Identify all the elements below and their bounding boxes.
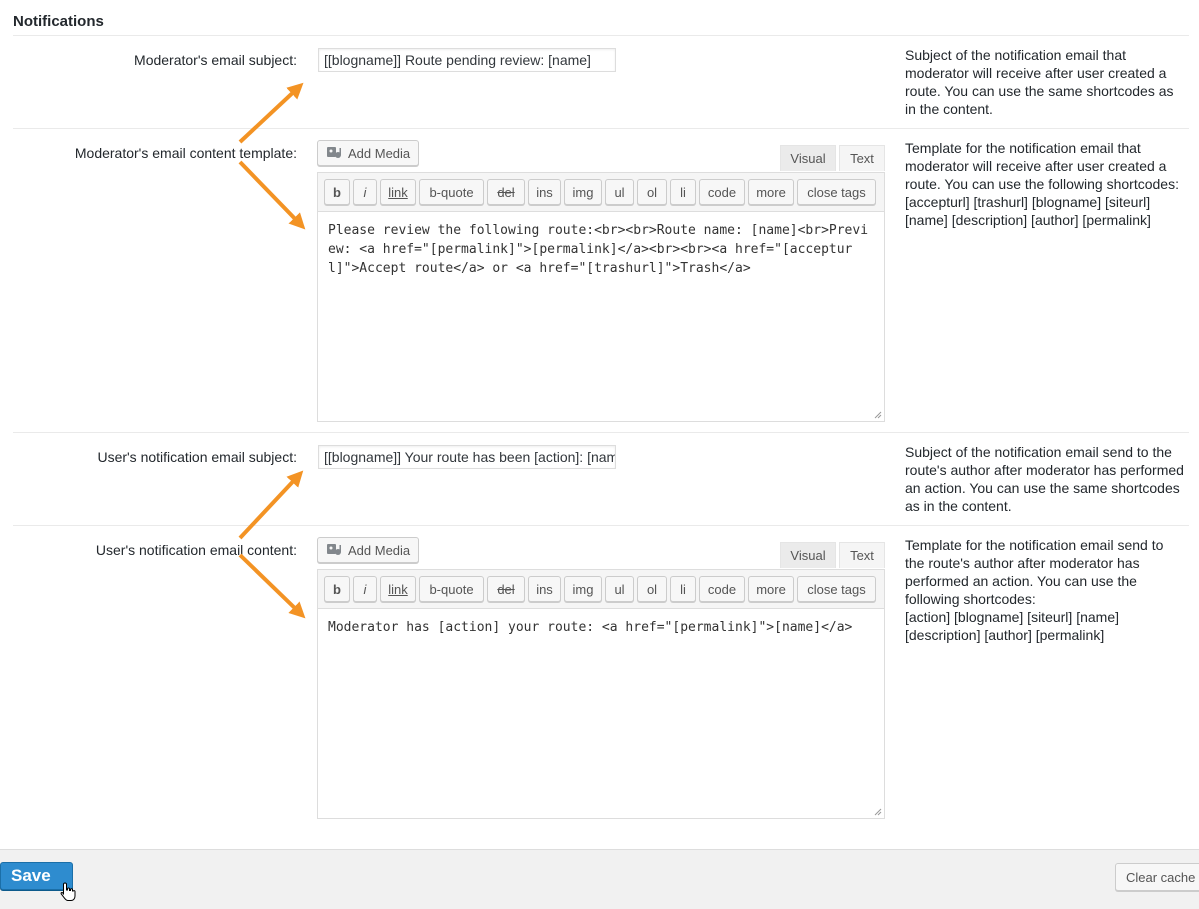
quicktag-blockquote-button[interactable]: b-quote — [419, 179, 484, 205]
quicktag-code-button[interactable]: code — [699, 576, 745, 602]
quicktag-more-button[interactable]: more — [748, 179, 794, 205]
user-subject-description: Subject of the notification email send t… — [905, 444, 1184, 514]
user-content-textarea[interactable]: Moderator has [action] your route: <a hr… — [318, 609, 884, 646]
quicktag-close-tags-button[interactable]: close tags — [797, 576, 876, 602]
moderator-content-description: Template for the notification email that… — [905, 140, 1179, 228]
quicktags-toolbar: b i link b-quote del ins img ul ol li co… — [318, 173, 884, 212]
add-media-button[interactable]: Add Media — [317, 537, 420, 563]
moderator-content-textarea[interactable]: Please review the following route:<br><b… — [318, 212, 884, 287]
quicktag-link-button[interactable]: link — [380, 576, 416, 602]
footer-bar — [0, 849, 1199, 909]
user-content-editor: b i link b-quote del ins img ul ol li co… — [317, 569, 885, 819]
quicktag-italic-button[interactable]: i — [353, 179, 377, 205]
arrow-icon — [238, 160, 306, 230]
quicktag-li-button[interactable]: li — [670, 576, 696, 602]
tab-visual[interactable]: Visual — [780, 145, 836, 171]
hand-cursor-icon — [60, 882, 76, 901]
quicktags-toolbar: b i link b-quote del ins img ul ol li co… — [318, 570, 884, 609]
tab-text[interactable]: Text — [839, 542, 885, 568]
user-subject-input[interactable]: [[blogname]] Your route has been [action… — [318, 445, 616, 469]
moderator-subject-label: Moderator's email subject: — [134, 52, 297, 68]
arrow-icon — [238, 470, 304, 540]
add-media-label: Add Media — [348, 145, 411, 161]
divider — [13, 432, 1189, 433]
tab-text[interactable]: Text — [839, 145, 885, 171]
quicktag-italic-button[interactable]: i — [353, 576, 377, 602]
divider — [13, 35, 1189, 36]
quicktag-ol-button[interactable]: ol — [637, 576, 667, 602]
quicktag-bold-button[interactable]: b — [324, 179, 350, 205]
quicktag-li-button[interactable]: li — [670, 179, 696, 205]
quicktag-ul-button[interactable]: ul — [605, 576, 634, 602]
quicktag-ul-button[interactable]: ul — [605, 179, 634, 205]
resize-grip-icon[interactable] — [874, 808, 882, 816]
quicktag-img-button[interactable]: img — [564, 179, 602, 205]
quicktag-ol-button[interactable]: ol — [637, 179, 667, 205]
moderator-subject-input[interactable]: [[blogname]] Route pending review: [name… — [318, 48, 616, 72]
moderator-content-editor: b i link b-quote del ins img ul ol li co… — [317, 172, 885, 422]
quicktag-del-button[interactable]: del — [487, 576, 525, 602]
user-content-label: User's notification email content: — [95, 542, 297, 558]
quicktag-ins-button[interactable]: ins — [528, 576, 561, 602]
quicktag-img-button[interactable]: img — [564, 576, 602, 602]
add-media-label: Add Media — [348, 542, 411, 558]
quicktag-blockquote-button[interactable]: b-quote — [419, 576, 484, 602]
arrow-icon — [238, 82, 304, 144]
clear-cache-button[interactable]: Clear cache — [1115, 863, 1199, 891]
moderator-content-label: Moderator's email content template: — [74, 145, 297, 161]
quicktag-code-button[interactable]: code — [699, 179, 745, 205]
user-content-description: Template for the notification email send… — [905, 537, 1164, 643]
quicktag-more-button[interactable]: more — [748, 576, 794, 602]
save-label: Save — [11, 866, 51, 885]
quicktag-ins-button[interactable]: ins — [528, 179, 561, 205]
divider — [13, 525, 1189, 526]
divider — [13, 128, 1189, 129]
quicktag-bold-button[interactable]: b — [324, 576, 350, 602]
add-media-button[interactable]: Add Media — [317, 140, 420, 166]
section-title: Notifications — [13, 13, 104, 30]
tab-visual[interactable]: Visual — [780, 542, 836, 568]
moderator-subject-description: Subject of the notification email that m… — [905, 47, 1174, 117]
resize-grip-icon[interactable] — [874, 411, 882, 419]
quicktag-close-tags-button[interactable]: close tags — [797, 179, 876, 205]
quicktag-link-button[interactable]: link — [380, 179, 416, 205]
quicktag-del-button[interactable]: del — [487, 179, 525, 205]
media-icon — [326, 145, 342, 161]
user-subject-label: User's notification email subject: — [97, 449, 297, 465]
arrow-icon — [238, 553, 306, 619]
media-icon — [326, 542, 342, 558]
